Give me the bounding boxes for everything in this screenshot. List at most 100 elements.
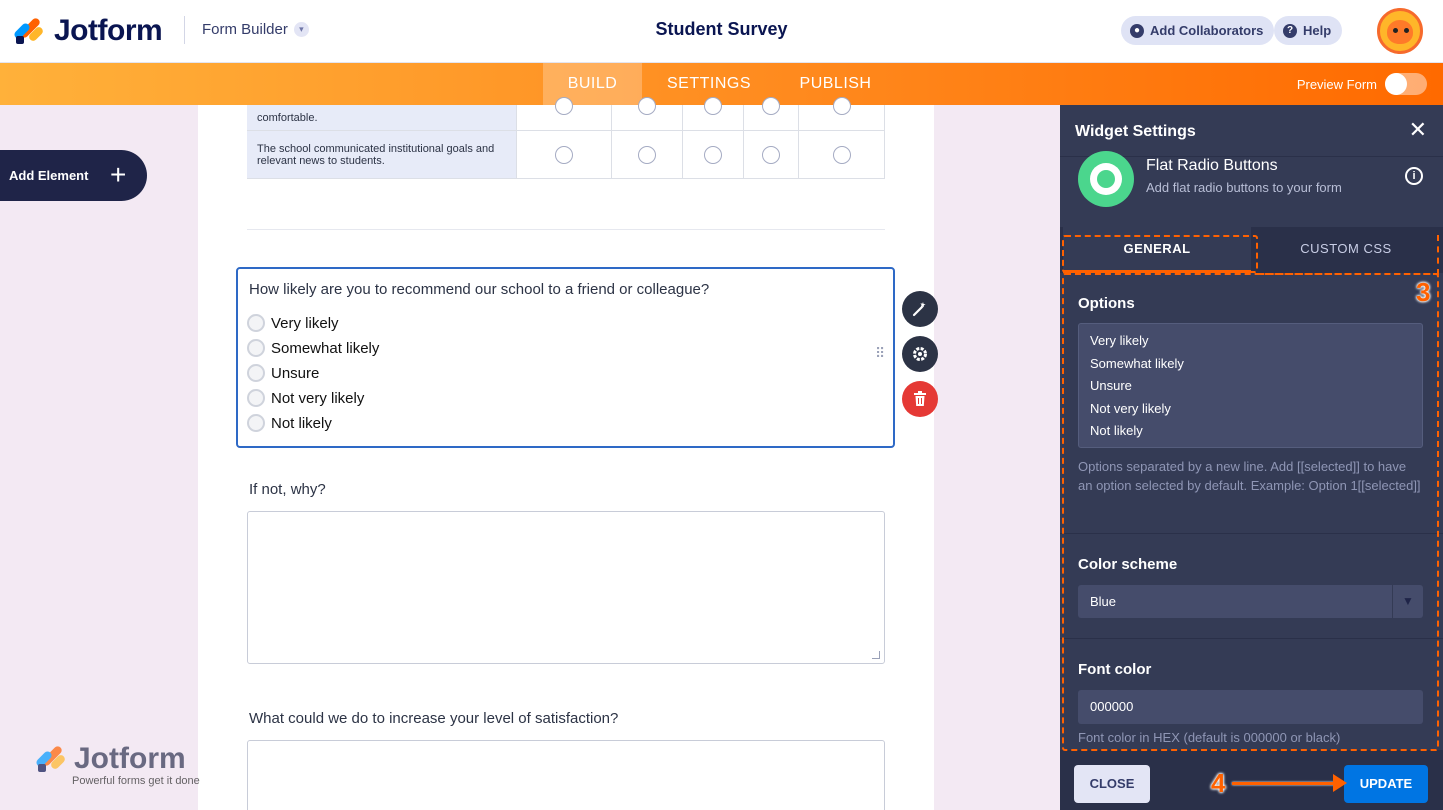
matrix-radio[interactable] xyxy=(832,145,851,164)
textarea-field[interactable] xyxy=(247,511,885,664)
options-label: Options xyxy=(1078,295,1135,312)
radio-label: Not very likely xyxy=(271,389,365,407)
close-icon[interactable]: ✕ xyxy=(1409,119,1427,141)
magic-wand-button[interactable] xyxy=(902,291,938,327)
matrix-cell[interactable] xyxy=(612,97,683,130)
close-button[interactable]: CLOSE xyxy=(1074,765,1150,803)
option-line: Somewhat likely xyxy=(1090,355,1184,371)
radio-option[interactable]: Not likely xyxy=(247,414,332,432)
radio-label: Unsure xyxy=(271,364,320,382)
matrix-cell[interactable] xyxy=(744,131,799,178)
panel-header: Widget Settings ✕ xyxy=(1060,105,1443,157)
user-icon: ● xyxy=(1130,23,1144,38)
add-collaborators-label: Add Collaborators xyxy=(1150,23,1264,38)
panel-tabs: GENERAL CUSTOM CSS xyxy=(1060,227,1443,273)
radio-option[interactable]: Unsure xyxy=(247,364,319,382)
radio-circle[interactable] xyxy=(247,414,265,432)
matrix-cell[interactable] xyxy=(799,97,885,130)
drag-handle-icon[interactable]: ⠿ xyxy=(875,346,885,366)
avatar[interactable] xyxy=(1377,8,1423,54)
matrix-cell[interactable] xyxy=(683,131,744,178)
step-number-3: 3 xyxy=(1416,277,1431,307)
matrix-cell[interactable] xyxy=(517,131,612,178)
textarea-field[interactable] xyxy=(247,740,885,810)
dropdown-arrow-icon[interactable]: ▼ xyxy=(1392,585,1423,618)
matrix-cell[interactable] xyxy=(612,131,683,178)
form-canvas: comfortable. The school communicated ins… xyxy=(198,97,934,810)
radio-option[interactable]: Very likely xyxy=(247,314,339,332)
tab-custom-css[interactable]: CUSTOM CSS xyxy=(1251,227,1441,273)
question-label: How likely are you to recommend our scho… xyxy=(249,281,710,298)
radio-circle[interactable] xyxy=(247,364,265,382)
avatar-eye xyxy=(1393,28,1398,33)
update-button[interactable]: UPDATE xyxy=(1344,765,1428,803)
radio-circle[interactable] xyxy=(247,389,265,407)
matrix-cell[interactable] xyxy=(517,97,612,130)
jotform-logo-icon xyxy=(34,744,67,774)
font-color-value: 000000 xyxy=(1090,699,1134,714)
jotform-logo-icon xyxy=(12,16,45,46)
toggle-switch[interactable] xyxy=(1385,73,1427,95)
radio-label: Somewhat likely xyxy=(271,339,380,357)
help-label: Help xyxy=(1303,23,1332,38)
panel-footer: CLOSE UPDATE xyxy=(1060,750,1443,810)
matrix-radio[interactable] xyxy=(704,145,722,164)
matrix-radio[interactable] xyxy=(762,97,780,115)
font-color-label: Font color xyxy=(1078,661,1152,678)
question-label: What could we do to increase your level … xyxy=(249,710,619,727)
matrix-cell[interactable] xyxy=(744,97,799,130)
selected-question-field[interactable]: How likely are you to recommend our scho… xyxy=(236,267,895,448)
radio-option[interactable]: Not very likely xyxy=(247,389,364,407)
form-builder-dropdown[interactable]: Form Builder ▾ xyxy=(202,21,309,38)
option-line: Unsure xyxy=(1090,378,1132,393)
add-element-button[interactable]: Add Element + xyxy=(0,150,147,201)
section-divider xyxy=(1060,638,1443,639)
info-icon[interactable]: i xyxy=(1405,167,1423,185)
annotation-arrow xyxy=(1232,782,1340,785)
matrix-radio[interactable] xyxy=(762,145,780,164)
matrix-radio[interactable] xyxy=(638,145,656,164)
tab-general[interactable]: GENERAL xyxy=(1063,227,1251,273)
preview-form-toggle[interactable]: Preview Form xyxy=(1297,73,1427,95)
matrix-radio[interactable] xyxy=(638,97,656,115)
avatar-face xyxy=(1387,20,1413,44)
watermark-brand: Jotform xyxy=(74,742,186,775)
matrix-radio[interactable] xyxy=(832,97,851,115)
help-button[interactable]: ? Help xyxy=(1274,16,1343,45)
delete-button[interactable] xyxy=(902,381,938,417)
color-scheme-label: Color scheme xyxy=(1078,556,1178,573)
preview-form-label: Preview Form xyxy=(1296,76,1377,92)
add-element-label: Add Element xyxy=(9,168,89,183)
font-color-input[interactable]: 000000 xyxy=(1078,690,1423,724)
form-builder-label: Form Builder xyxy=(202,21,288,38)
add-collaborators-button[interactable]: ● Add Collaborators xyxy=(1121,16,1275,45)
options-help-text: Options separated by a new line. Add [[s… xyxy=(1078,459,1421,493)
question-label: If not, why? xyxy=(249,481,326,498)
matrix-radio[interactable] xyxy=(555,97,573,115)
radio-label: Very likely xyxy=(271,314,339,332)
radio-circle[interactable] xyxy=(247,339,265,357)
annotation-arrow-head xyxy=(1333,774,1347,792)
avatar-eye xyxy=(1404,28,1409,33)
brand-name: Jotform xyxy=(54,14,163,47)
gear-icon xyxy=(913,347,927,361)
builder-nav: BUILD SETTINGS PUBLISH Preview Form xyxy=(0,63,1443,105)
gear-button[interactable] xyxy=(902,336,938,372)
question-icon: ? xyxy=(1283,23,1297,38)
radio-circle[interactable] xyxy=(247,314,265,332)
matrix-radio[interactable] xyxy=(704,97,722,115)
trash-icon xyxy=(914,391,926,406)
color-scheme-select[interactable]: Blue ▼ xyxy=(1078,585,1423,618)
widget-settings-panel: Widget Settings ✕ Flat Radio Buttons Add… xyxy=(1060,105,1443,810)
options-textarea[interactable]: Very likely Somewhat likely Unsure Not v… xyxy=(1078,323,1423,448)
jotform-logo[interactable]: Jotform xyxy=(12,14,163,48)
matrix-cell[interactable] xyxy=(683,97,744,130)
color-scheme-value: Blue xyxy=(1090,594,1117,609)
resize-handle-icon[interactable] xyxy=(872,651,880,659)
header-divider xyxy=(184,16,185,44)
step-number-4: 4 xyxy=(1211,768,1226,798)
radio-option[interactable]: Somewhat likely xyxy=(247,339,379,357)
matrix-cell[interactable] xyxy=(799,131,885,178)
matrix-radio[interactable] xyxy=(555,145,573,164)
option-line: Very likely xyxy=(1090,333,1149,348)
